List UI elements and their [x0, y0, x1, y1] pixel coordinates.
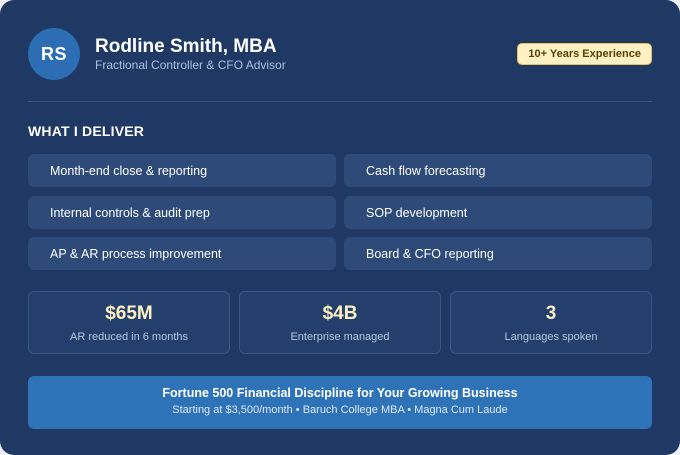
stat-value: $65M [105, 303, 153, 324]
cta-title: Fortune 500 Financial Discipline for You… [162, 386, 518, 400]
experience-badge: 10+ Years Experience [517, 43, 652, 65]
profile-card: RS Rodline Smith, MBA Fractional Control… [0, 0, 680, 455]
profile-header: RS Rodline Smith, MBA Fractional Control… [28, 28, 652, 80]
stat-value: $4B [322, 303, 358, 324]
stat-label: Languages spoken [504, 331, 598, 343]
stat-label: AR reduced in 6 months [69, 331, 188, 343]
header-divider [28, 101, 652, 102]
stat-label: Enterprise managed [290, 331, 390, 343]
cta-subtitle: Starting at $3,500/month • Baruch Colleg… [172, 404, 508, 416]
profile-name: Rodline Smith, MBA [95, 36, 277, 57]
service-item: Internal controls & audit prep [28, 196, 336, 229]
service-item: SOP development [344, 196, 652, 229]
stat-card-ar-reduced: $65M AR reduced in 6 months [28, 291, 230, 354]
cta-banner[interactable]: Fortune 500 Financial Discipline for You… [28, 376, 652, 429]
services-heading: WHAT I DELIVER [28, 123, 145, 139]
service-item: AP & AR process improvement [28, 237, 336, 270]
service-item: Cash flow forecasting [344, 154, 652, 187]
profile-title: Fractional Controller & CFO Advisor [95, 58, 286, 72]
service-item: Month-end close & reporting [28, 154, 336, 187]
stat-value: 3 [545, 303, 557, 324]
stat-card-enterprise: $4B Enterprise managed [239, 291, 441, 354]
avatar: RS [28, 28, 80, 80]
stat-card-languages: 3 Languages spoken [450, 291, 652, 354]
service-item: Board & CFO reporting [344, 237, 652, 270]
